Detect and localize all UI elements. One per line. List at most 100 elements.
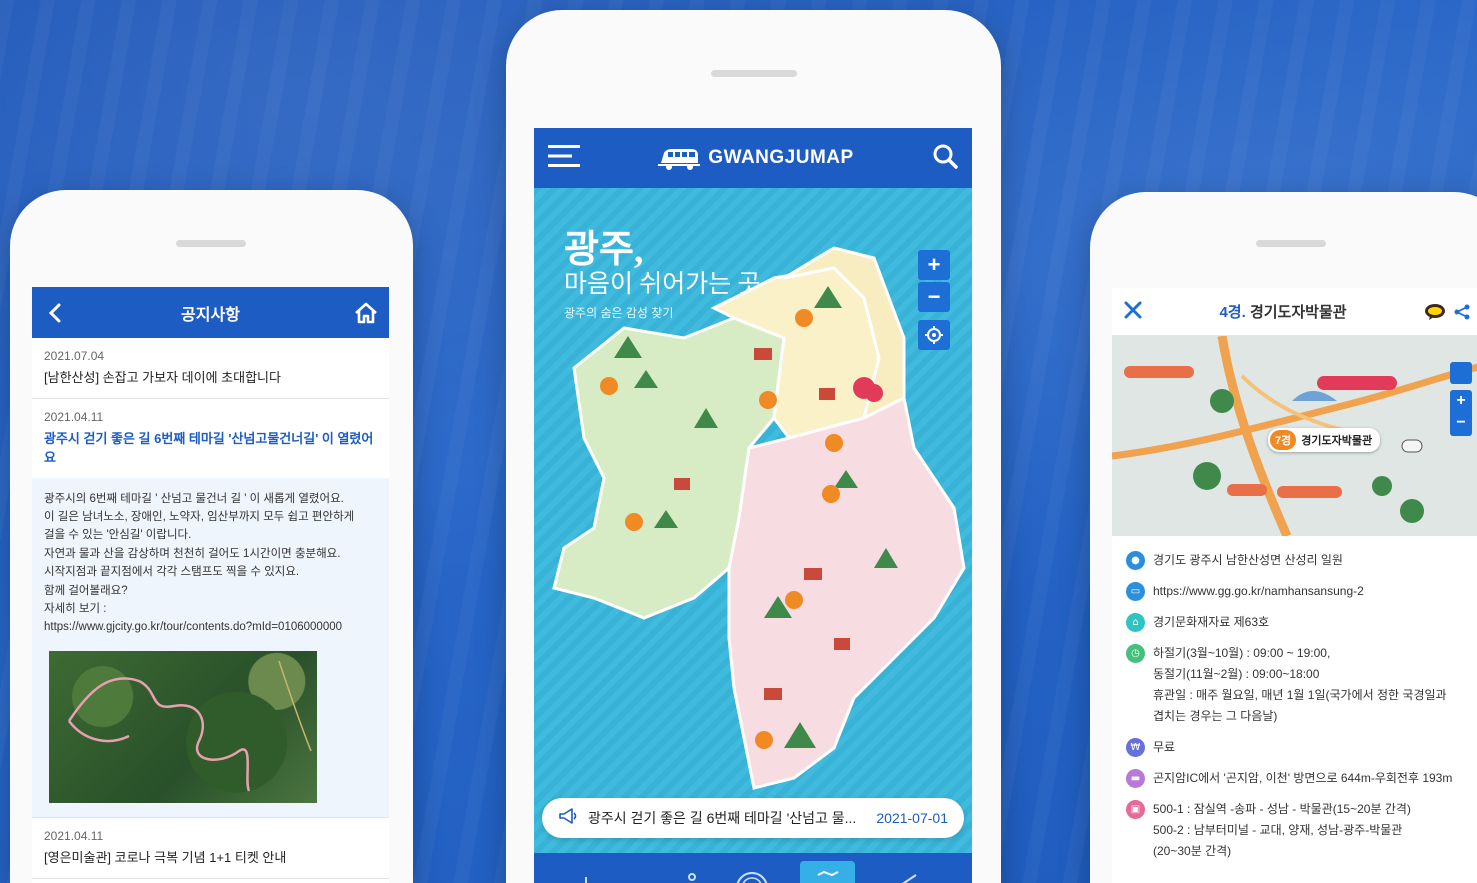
info-text: 겹치는 경우는 그 다음날) [1153, 709, 1278, 723]
illustrated-map[interactable]: 광주, 마음이 쉬어가는 곳 광주의 숨은 감성 찾기 + − [534, 188, 972, 853]
share-icon[interactable] [1454, 304, 1470, 320]
marker-label: 경기도자박물관 [1301, 435, 1373, 447]
detail-title: 4경. 경기도자박물관 [1219, 301, 1346, 322]
info-text: 500-1 : 잠실역 -송파 - 성남 - 박물관(15~20분 간격) [1153, 802, 1411, 816]
send-icon [901, 874, 917, 883]
fee-icon: ₩ [1126, 738, 1145, 757]
info-text: 경기도 광주시 남한산성면 산성리 일원 [1153, 553, 1343, 567]
info-text: 곤지암IC에서 '곤지암, 이천' 방면으로 644m-우회전후 193m [1153, 771, 1453, 785]
info-link[interactable]: https://www.gg.go.kr/namhansansung-2 [1153, 581, 1364, 602]
place-info-list: ● 경기도 광주시 남한산성면 산성리 일원 ▭ https://www.gg.… [1112, 536, 1477, 862]
detail-screen: 4경. 경기도자박물관 7경 경기도자박물관 + − ● 경기도 광주시 남한산… [1112, 288, 1477, 883]
bus-route-button[interactable] [1450, 362, 1472, 384]
map-place-marker[interactable]: 7경 경기도자박물관 [1268, 428, 1381, 452]
page-title: 공지사항 [181, 306, 240, 324]
notice-body-line: 자연과 물과 산을 감상하며 천천히 걸어도 1시간이면 충분해요. [44, 547, 341, 560]
bus-icon: ▣ [1126, 800, 1145, 819]
kakaotalk-icon[interactable] [1424, 303, 1446, 321]
notice-list-item[interactable]: 2021.04.11 [영은미술관] 코로나 극복 기념 1+1 티켓 안내 [32, 818, 389, 879]
info-row-bus: ▣ 500-1 : 잠실역 -송파 - 성남 - 박물관(15~20분 간격) … [1126, 799, 1470, 862]
notice-body-line: 이 길은 남녀노소, 장애인, 노약자, 임산부까지 모두 쉽고 편안하게 [44, 510, 355, 523]
gwangju-region-map [552, 246, 966, 790]
info-row-address: ● 경기도 광주시 남한산성면 산성리 일원 [1126, 550, 1470, 571]
crosshair-icon [925, 326, 943, 344]
notice-ticker-text: 광주시 걷기 좋은 길 6번째 테마길 '산넘고 물... [588, 810, 857, 826]
map-screen: GWANGJUMAP 광주, 마음이 쉬어가는 곳 광주의 숨은 감성 찾기 +… [534, 128, 972, 883]
notice-body-line: 함께 걸어볼래요? [44, 584, 128, 597]
notice-detail-link[interactable]: https://www.gjcity.go.kr/tour/contents.d… [44, 618, 377, 636]
notice-body-line: 시작지점과 끝지점에서 각각 스탬프도 찍을 수 있지요. [44, 566, 300, 579]
detail-title-number: 4경. [1219, 304, 1246, 321]
zoom-in-button[interactable]: + [918, 250, 950, 280]
mini-zoom-buttons[interactable]: + − [1450, 390, 1472, 436]
notice-screen: 공지사항 2021.07.04 [남한산성] 손잡고 가보자 데이에 초대합니다… [32, 287, 389, 883]
notice-body-line: 걸을 수 있는 '안심길' 이랍니다. [44, 529, 192, 542]
mini-map-controls: + − [1450, 362, 1472, 436]
app-logo: GWANGJUMAP [658, 145, 853, 171]
tab-info[interactable] [558, 861, 613, 883]
info-icon [584, 877, 587, 883]
tab-tour[interactable] [724, 861, 779, 883]
compass-icon [736, 872, 767, 883]
info-text-block: 500-1 : 잠실역 -송파 - 성남 - 박물관(15~20분 간격) 50… [1153, 799, 1411, 862]
detail-actions [1424, 303, 1470, 321]
info-text: 휴관일 : 매주 월요일, 매년 1월 1일(국가에서 정한 국경일과 [1153, 688, 1447, 702]
notice-title: [남한산성] 손잡고 가보자 데이에 초대합니다 [44, 370, 281, 385]
notice-detail-body: 광주시의 6번째 테마길 ' 산넘고 물건너 길 ' 이 새롭게 열렸어요. 이… [32, 477, 389, 818]
pin-icon [687, 873, 696, 881]
tab-location[interactable] [664, 861, 719, 883]
info-text: 동절기(11월~2월) : 09:00~18:00 [1153, 667, 1320, 681]
map-zoom-controls: + − [918, 250, 950, 350]
notice-list-item[interactable]: 2021.07.04 [남한산성] 손잡고 가보자 데이에 초대합니다 [32, 338, 389, 399]
tab-share[interactable] [879, 861, 934, 883]
map-header: GWANGJUMAP [534, 128, 972, 188]
logo-text: GWANGJUMAP [708, 147, 854, 168]
info-text: 500-2 : 남부터미널 - 교대, 양재, 성남-광주-박물관 [1153, 823, 1403, 837]
marker-number: 7경 [1270, 430, 1297, 450]
info-row-homepage[interactable]: ▭ https://www.gg.go.kr/namhansansung-2 [1126, 581, 1470, 602]
menu-icon[interactable] [548, 144, 580, 172]
car-icon: ▬ [1126, 769, 1145, 788]
notice-ticker[interactable]: 광주시 걷기 좋은 길 6번째 테마길 '산넘고 물... 2021-07-01 [542, 798, 964, 838]
info-text: 경기문화재자료 제63호 [1153, 615, 1270, 629]
info-text: 하절기(3월~10월) : 09:00 ~ 19:00, [1153, 646, 1331, 660]
phone-speaker [176, 240, 246, 247]
detail-mini-map[interactable]: 7경 경기도자박물관 + − [1112, 336, 1477, 536]
heritage-icon: ⌂ [1126, 613, 1145, 632]
info-text: 무료 [1153, 740, 1176, 754]
hours-icon: ◷ [1126, 644, 1145, 663]
notice-body-line: 광주시의 6번째 테마길 ' 산넘고 물건너 길 ' 이 새롭게 열렸어요. [44, 492, 344, 505]
zoom-out-button[interactable]: − [918, 282, 950, 312]
tab-map[interactable] [800, 861, 855, 883]
notice-header: 공지사항 [32, 287, 389, 338]
notice-title: [영은미술관] 코로나 극복 기념 1+1 티켓 안내 [44, 849, 287, 865]
notice-body-line: 자세히 보기 : [44, 602, 107, 615]
phone-speaker [1256, 240, 1326, 247]
home-icon[interactable] [353, 300, 379, 326]
info-row-hours: ◷ 하절기(3월~10월) : 09:00 ~ 19:00, 동절기(11월~2… [1126, 643, 1470, 727]
phone-speaker [711, 70, 797, 77]
back-arrow-icon[interactable] [42, 300, 68, 326]
map-icon [817, 871, 838, 877]
info-row-fee: ₩ 무료 [1126, 737, 1470, 758]
phone-notice: 공지사항 2021.07.04 [남한산성] 손잡고 가보자 데이에 초대합니다… [10, 190, 413, 883]
megaphone-icon [558, 807, 578, 829]
notice-date: 2021.04.11 [44, 409, 104, 424]
detail-title-text: 경기도자박물관 [1249, 304, 1347, 321]
detail-header: 4경. 경기도자박물관 [1112, 288, 1477, 336]
my-location-button[interactable] [918, 320, 950, 350]
phone-map: GWANGJUMAP 광주, 마음이 쉬어가는 곳 광주의 숨은 감성 찾기 +… [506, 10, 1001, 883]
info-text-block: 하절기(3월~10월) : 09:00 ~ 19:00, 동절기(11월~2월)… [1153, 643, 1447, 727]
notice-list-item-open[interactable]: 2021.04.11 광주시 걷기 좋은 길 6번째 테마길 '산넘고물건너길'… [32, 399, 389, 478]
notice-date: 2021.07.04 [44, 349, 105, 363]
location-icon: ● [1126, 551, 1145, 570]
close-icon[interactable] [1124, 301, 1142, 323]
notice-title: 광주시 걷기 좋은 길 6번째 테마길 '산넘고물건너길' 이 열렸어요 [44, 430, 374, 465]
info-row-heritage: ⌂ 경기문화재자료 제63호 [1126, 612, 1470, 633]
notice-date: 2021.04.11 [44, 828, 104, 843]
homepage-icon: ▭ [1126, 582, 1145, 601]
phone-detail: 4경. 경기도자박물관 7경 경기도자박물관 + − ● 경기도 광주시 남한산… [1090, 192, 1477, 883]
map-region-south [727, 395, 966, 790]
search-icon[interactable] [932, 143, 958, 173]
bus-logo-icon [658, 149, 701, 170]
